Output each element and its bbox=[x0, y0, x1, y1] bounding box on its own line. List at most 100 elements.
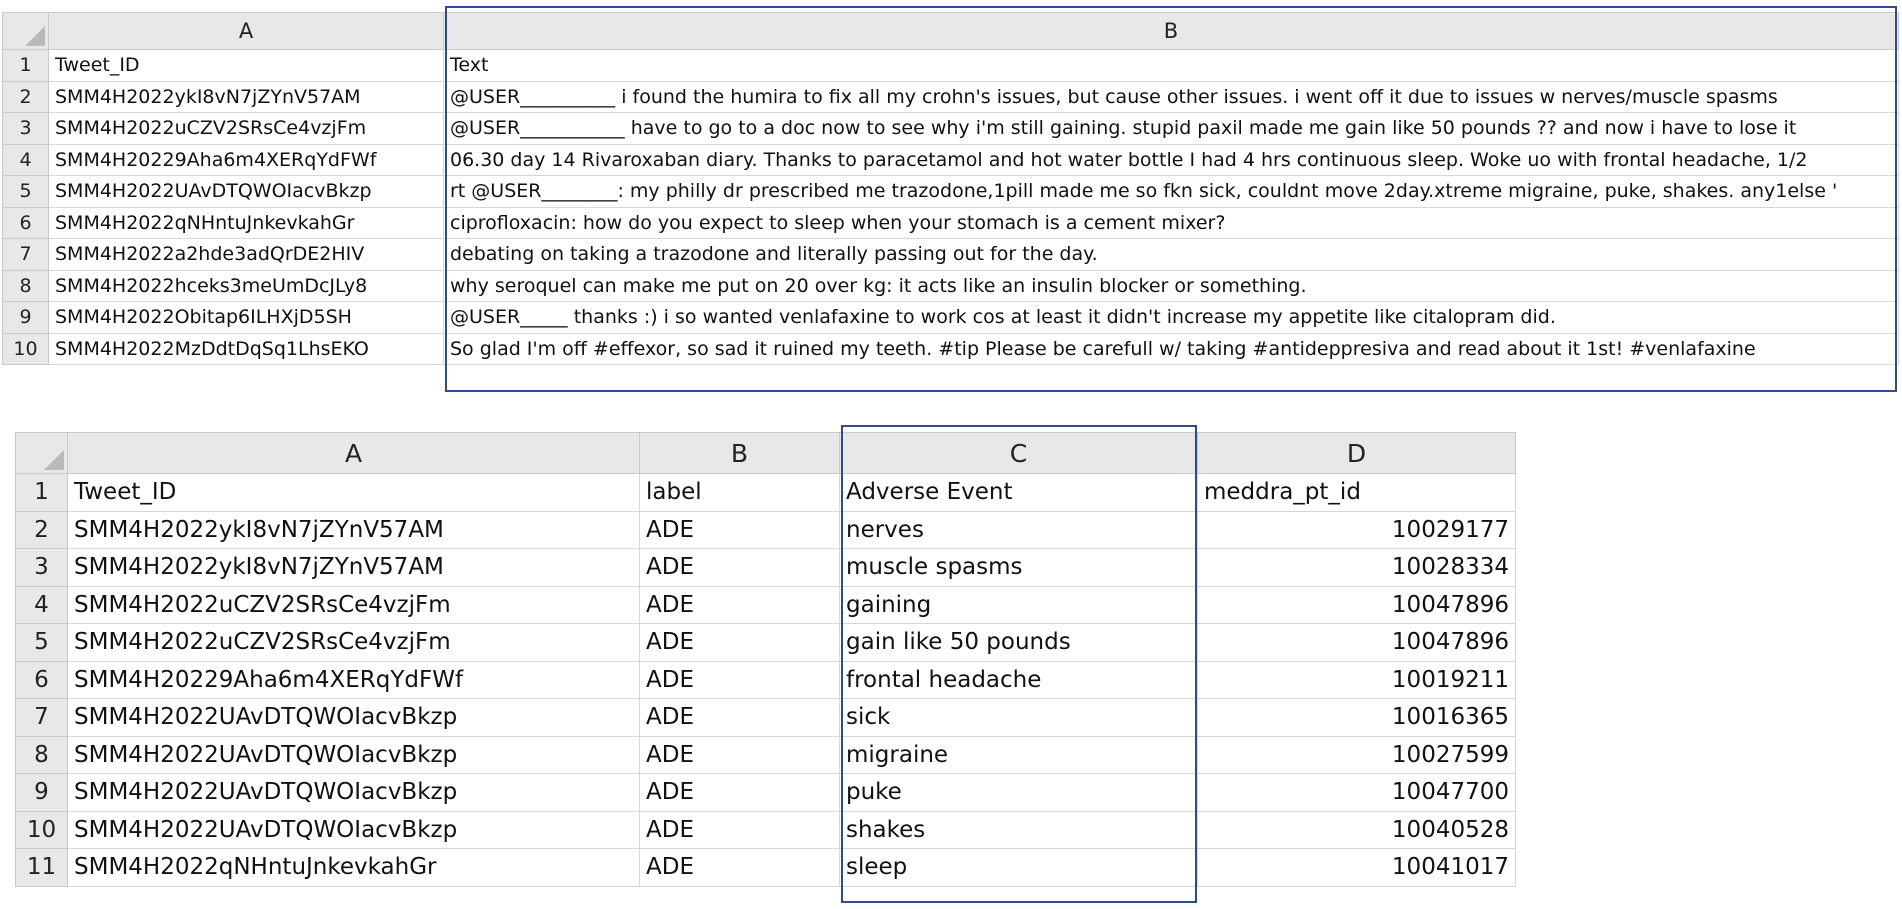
sheet-row: 3 SMM4H2022ykI8vN7jZYnV57AM ADE muscle spas… bbox=[15, 548, 1516, 587]
cell-label[interactable]: ADE bbox=[639, 510, 840, 549]
cell-text[interactable]: Text bbox=[443, 49, 1899, 82]
cell-tweet-id[interactable]: SMM4H20229Aha6m4XERqYdFWf bbox=[48, 143, 444, 176]
row-header[interactable]: 6 bbox=[2, 206, 49, 239]
cell-text[interactable]: ciprofloxacin: how do you expect to slee… bbox=[443, 206, 1899, 239]
cell-text[interactable]: why seroquel can make me put on 20 over … bbox=[443, 269, 1899, 302]
column-header-d[interactable]: D bbox=[1197, 432, 1516, 474]
row-header[interactable]: 3 bbox=[2, 112, 49, 145]
cell-meddra-pt-id[interactable]: 10016365 bbox=[1197, 698, 1516, 737]
row-header[interactable]: 7 bbox=[2, 238, 49, 271]
sheet-row: 9 SMM4H2022Obitap6ILHXjD5SH @USER_____ tha… bbox=[2, 301, 1899, 334]
cell-text[interactable]: rt @USER________: my philly dr prescribe… bbox=[443, 175, 1899, 208]
cell-adverse-event[interactable]: Adverse Event bbox=[839, 473, 1198, 512]
cell-tweet-id[interactable]: SMM4H2022ykI8vN7jZYnV57AM bbox=[67, 548, 640, 587]
cell-label[interactable]: label bbox=[639, 473, 840, 512]
row-header[interactable]: 7 bbox=[15, 698, 68, 737]
cell-meddra-pt-id[interactable]: 10047896 bbox=[1197, 585, 1516, 624]
cell-tweet-id[interactable]: SMM4H2022UAvDTQWOIacvBkzp bbox=[67, 698, 640, 737]
cell-adverse-event[interactable]: frontal headache bbox=[839, 660, 1198, 699]
cell-meddra-pt-id[interactable]: 10029177 bbox=[1197, 510, 1516, 549]
sheet-row: 1 Tweet_ID Text bbox=[2, 49, 1899, 82]
column-header-a[interactable]: A bbox=[48, 12, 444, 50]
cell-adverse-event[interactable]: nerves bbox=[839, 510, 1198, 549]
cell-tweet-id[interactable]: SMM4H2022UAvDTQWOIacvBkzp bbox=[67, 810, 640, 849]
cell-tweet-id[interactable]: SMM4H2022MzDdtDqSq1LhsEKO bbox=[48, 332, 444, 365]
row-header[interactable]: 2 bbox=[2, 80, 49, 113]
cell-label[interactable]: ADE bbox=[639, 548, 840, 587]
cell-text[interactable]: 06.30 day 14 Rivaroxaban diary. Thanks t… bbox=[443, 143, 1899, 176]
cell-meddra-pt-id[interactable]: 10041017 bbox=[1197, 848, 1516, 887]
cell-adverse-event[interactable]: gaining bbox=[839, 585, 1198, 624]
annotations-sheet: A B C D 1 Tweet_ID label Adverse Event meddr… bbox=[15, 432, 1516, 887]
cell-meddra-pt-id[interactable]: 10019211 bbox=[1197, 660, 1516, 699]
cell-tweet-id[interactable]: SMM4H2022hceks3meUmDcJLy8 bbox=[48, 269, 444, 302]
row-header[interactable]: 2 bbox=[15, 510, 68, 549]
sheet-row: 2 SMM4H2022ykI8vN7jZYnV57AM ADE nerves 10029… bbox=[15, 510, 1516, 549]
cell-tweet-id[interactable]: SMM4H2022UAvDTQWOIacvBkzp bbox=[48, 175, 444, 208]
row-header[interactable]: 10 bbox=[2, 332, 49, 365]
select-all-corner[interactable] bbox=[2, 12, 49, 50]
row-header[interactable]: 9 bbox=[15, 773, 68, 812]
cell-tweet-id[interactable]: SMM4H2022a2hde3adQrDE2HIV bbox=[48, 238, 444, 271]
cell-text[interactable]: debating on taking a trazodone and liter… bbox=[443, 238, 1899, 271]
column-header-b[interactable]: B bbox=[443, 12, 1899, 50]
row-header[interactable]: 5 bbox=[2, 175, 49, 208]
cell-text[interactable]: So glad I'm off #effexor, so sad it ruin… bbox=[443, 332, 1899, 365]
select-all-corner[interactable] bbox=[15, 432, 68, 474]
cell-text[interactable]: @USER_____ thanks :) i so wanted venlafa… bbox=[443, 301, 1899, 334]
cell-tweet-id[interactable]: SMM4H2022uCZV2SRsCe4vzjFm bbox=[48, 112, 444, 145]
cell-tweet-id[interactable]: SMM4H2022ykI8vN7jZYnV57AM bbox=[67, 510, 640, 549]
cell-label[interactable]: ADE bbox=[639, 585, 840, 624]
cell-tweet-id[interactable]: SMM4H2022qNHntuJnkevkahGr bbox=[67, 848, 640, 887]
cell-tweet-id[interactable]: SMM4H2022Obitap6ILHXjD5SH bbox=[48, 301, 444, 334]
row-header[interactable]: 1 bbox=[2, 49, 49, 82]
cell-text[interactable]: @USER___________ have to go to a doc now… bbox=[443, 112, 1899, 145]
row-header[interactable]: 4 bbox=[15, 585, 68, 624]
row-header[interactable]: 8 bbox=[2, 269, 49, 302]
row-header[interactable]: 10 bbox=[15, 810, 68, 849]
cell-adverse-event[interactable]: gain like 50 pounds bbox=[839, 623, 1198, 662]
cell-label[interactable]: ADE bbox=[639, 660, 840, 699]
row-header[interactable]: 9 bbox=[2, 301, 49, 334]
cell-text[interactable]: @USER__________ i found the humira to fi… bbox=[443, 80, 1899, 113]
cell-tweet-id[interactable]: Tweet_ID bbox=[48, 49, 444, 82]
cell-meddra-pt-id[interactable]: meddra_pt_id bbox=[1197, 473, 1516, 512]
cell-label[interactable]: ADE bbox=[639, 773, 840, 812]
cell-label[interactable]: ADE bbox=[639, 735, 840, 774]
row-header[interactable]: 6 bbox=[15, 660, 68, 699]
column-header-b[interactable]: B bbox=[639, 432, 840, 474]
sheet-row: 2 SMM4H2022ykI8vN7jZYnV57AM @USER_________… bbox=[2, 80, 1899, 113]
cell-adverse-event[interactable]: sick bbox=[839, 698, 1198, 737]
cell-meddra-pt-id[interactable]: 10028334 bbox=[1197, 548, 1516, 587]
row-header[interactable]: 1 bbox=[15, 473, 68, 512]
row-header[interactable]: 3 bbox=[15, 548, 68, 587]
cell-adverse-event[interactable]: muscle spasms bbox=[839, 548, 1198, 587]
cell-label[interactable]: ADE bbox=[639, 848, 840, 887]
cell-tweet-id[interactable]: SMM4H2022uCZV2SRsCe4vzjFm bbox=[67, 623, 640, 662]
cell-adverse-event[interactable]: puke bbox=[839, 773, 1198, 812]
cell-adverse-event[interactable]: sleep bbox=[839, 848, 1198, 887]
cell-meddra-pt-id[interactable]: 10047896 bbox=[1197, 623, 1516, 662]
column-header-a[interactable]: A bbox=[67, 432, 640, 474]
cell-tweet-id[interactable]: SMM4H2022uCZV2SRsCe4vzjFm bbox=[67, 585, 640, 624]
cell-label[interactable]: ADE bbox=[639, 810, 840, 849]
cell-meddra-pt-id[interactable]: 10047700 bbox=[1197, 773, 1516, 812]
cell-adverse-event[interactable]: shakes bbox=[839, 810, 1198, 849]
row-header[interactable]: 5 bbox=[15, 623, 68, 662]
cell-tweet-id[interactable]: SMM4H2022ykI8vN7jZYnV57AM bbox=[48, 80, 444, 113]
row-header[interactable]: 11 bbox=[15, 848, 68, 887]
cell-label[interactable]: ADE bbox=[639, 623, 840, 662]
cell-adverse-event[interactable]: migraine bbox=[839, 735, 1198, 774]
sheet-row: 10 SMM4H2022UAvDTQWOIacvBkzp ADE shakes 1004… bbox=[15, 810, 1516, 849]
cell-tweet-id[interactable]: SMM4H2022UAvDTQWOIacvBkzp bbox=[67, 773, 640, 812]
row-header[interactable]: 8 bbox=[15, 735, 68, 774]
cell-meddra-pt-id[interactable]: 10040528 bbox=[1197, 810, 1516, 849]
cell-meddra-pt-id[interactable]: 10027599 bbox=[1197, 735, 1516, 774]
cell-tweet-id[interactable]: SMM4H2022UAvDTQWOIacvBkzp bbox=[67, 735, 640, 774]
column-header-c[interactable]: C bbox=[839, 432, 1198, 474]
cell-tweet-id[interactable]: SMM4H20229Aha6m4XERqYdFWf bbox=[67, 660, 640, 699]
cell-tweet-id[interactable]: Tweet_ID bbox=[67, 473, 640, 512]
row-header[interactable]: 4 bbox=[2, 143, 49, 176]
cell-label[interactable]: ADE bbox=[639, 698, 840, 737]
cell-tweet-id[interactable]: SMM4H2022qNHntuJnkevkahGr bbox=[48, 206, 444, 239]
